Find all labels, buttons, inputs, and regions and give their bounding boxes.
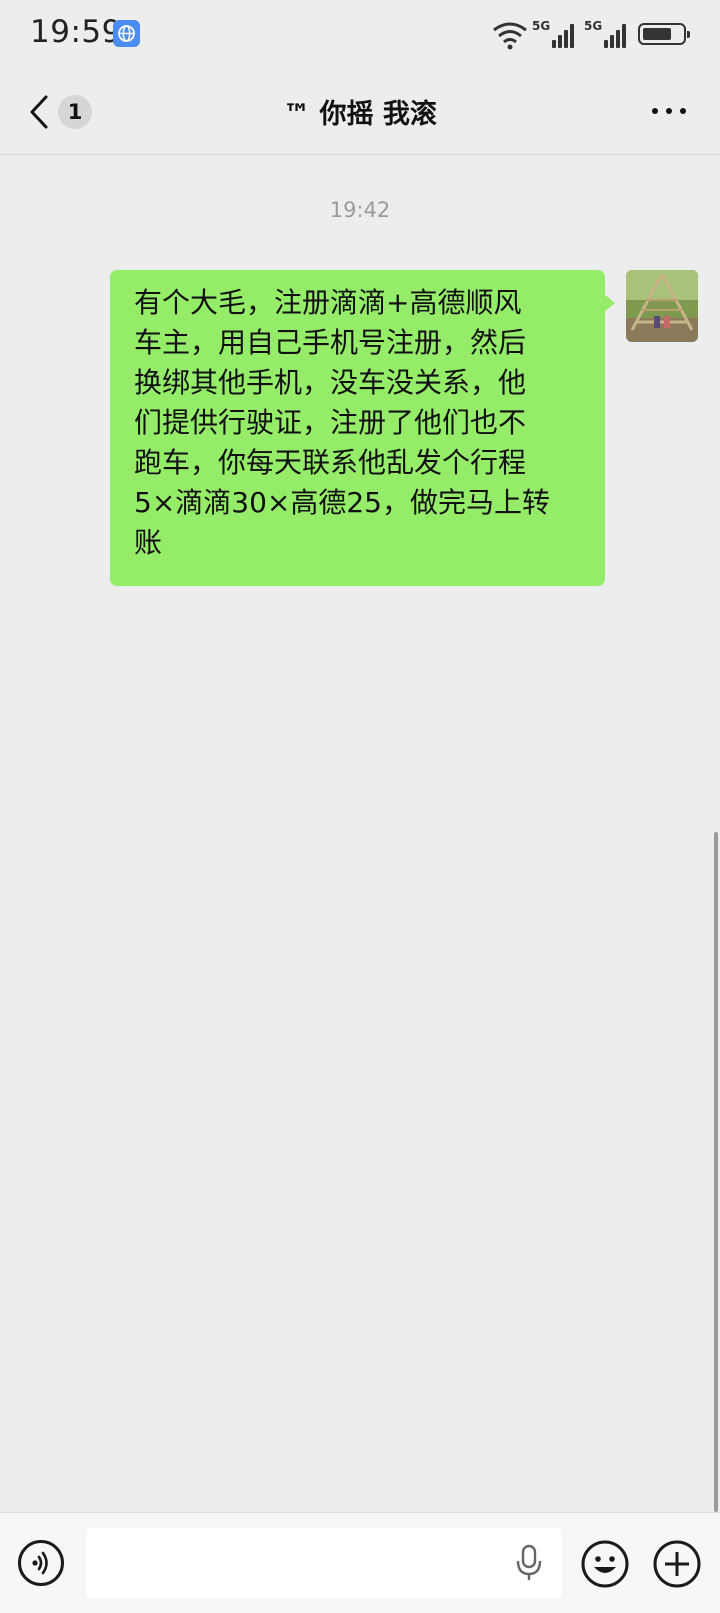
message-line: 有个大毛，注册滴滴+高德顺风 xyxy=(134,286,522,319)
message-timestamp: 19:42 xyxy=(329,198,391,222)
network-type-1: 5G xyxy=(532,19,551,33)
wifi-icon xyxy=(493,22,527,50)
message-input[interactable] xyxy=(86,1528,562,1598)
more-icon[interactable] xyxy=(652,108,686,116)
emoji-icon[interactable] xyxy=(580,1539,630,1589)
status-bar: 19:59 5G 5G xyxy=(0,0,720,70)
status-icons: 5G 5G xyxy=(492,18,692,52)
network-type-2: 5G xyxy=(584,19,603,33)
message-line: 们提供行驶证，注册了他们也不 xyxy=(134,406,527,439)
message-input-bar xyxy=(0,1512,720,1613)
message-text: 有个大毛，注册滴滴+高德顺风 车主，用自己手机号注册，然后 换绑其他手机，没车没… xyxy=(134,283,585,563)
status-time: 19:59 xyxy=(30,14,122,50)
message-bubble[interactable]: 有个大毛，注册滴滴+高德顺风 车主，用自己手机号注册，然后 换绑其他手机，没车没… xyxy=(110,270,615,586)
globe-icon xyxy=(113,20,140,47)
signal-icon xyxy=(552,22,578,48)
bubble-tail xyxy=(604,294,615,312)
signal-icon xyxy=(604,22,630,48)
message-line: 5×滴滴30×高德25，做完马上转 xyxy=(134,486,550,519)
message-line: 换绑其他手机，没车没关系，他 xyxy=(134,366,527,399)
chat-title: ™ 你摇 我滚 xyxy=(283,99,437,130)
message-line: 跑车，你每天联系他乱发个行程 xyxy=(134,446,527,479)
message-line: 车主，用自己手机号注册，然后 xyxy=(134,326,527,359)
chat-header: 1 ™ 你摇 我滚 xyxy=(0,70,720,155)
battery-icon xyxy=(638,23,690,45)
voice-icon[interactable] xyxy=(18,1540,64,1586)
scrollbar[interactable] xyxy=(714,832,718,1512)
mic-icon[interactable] xyxy=(514,1544,544,1582)
avatar[interactable] xyxy=(626,270,698,342)
message-line: 账 xyxy=(134,526,163,559)
plus-icon[interactable] xyxy=(652,1539,702,1589)
